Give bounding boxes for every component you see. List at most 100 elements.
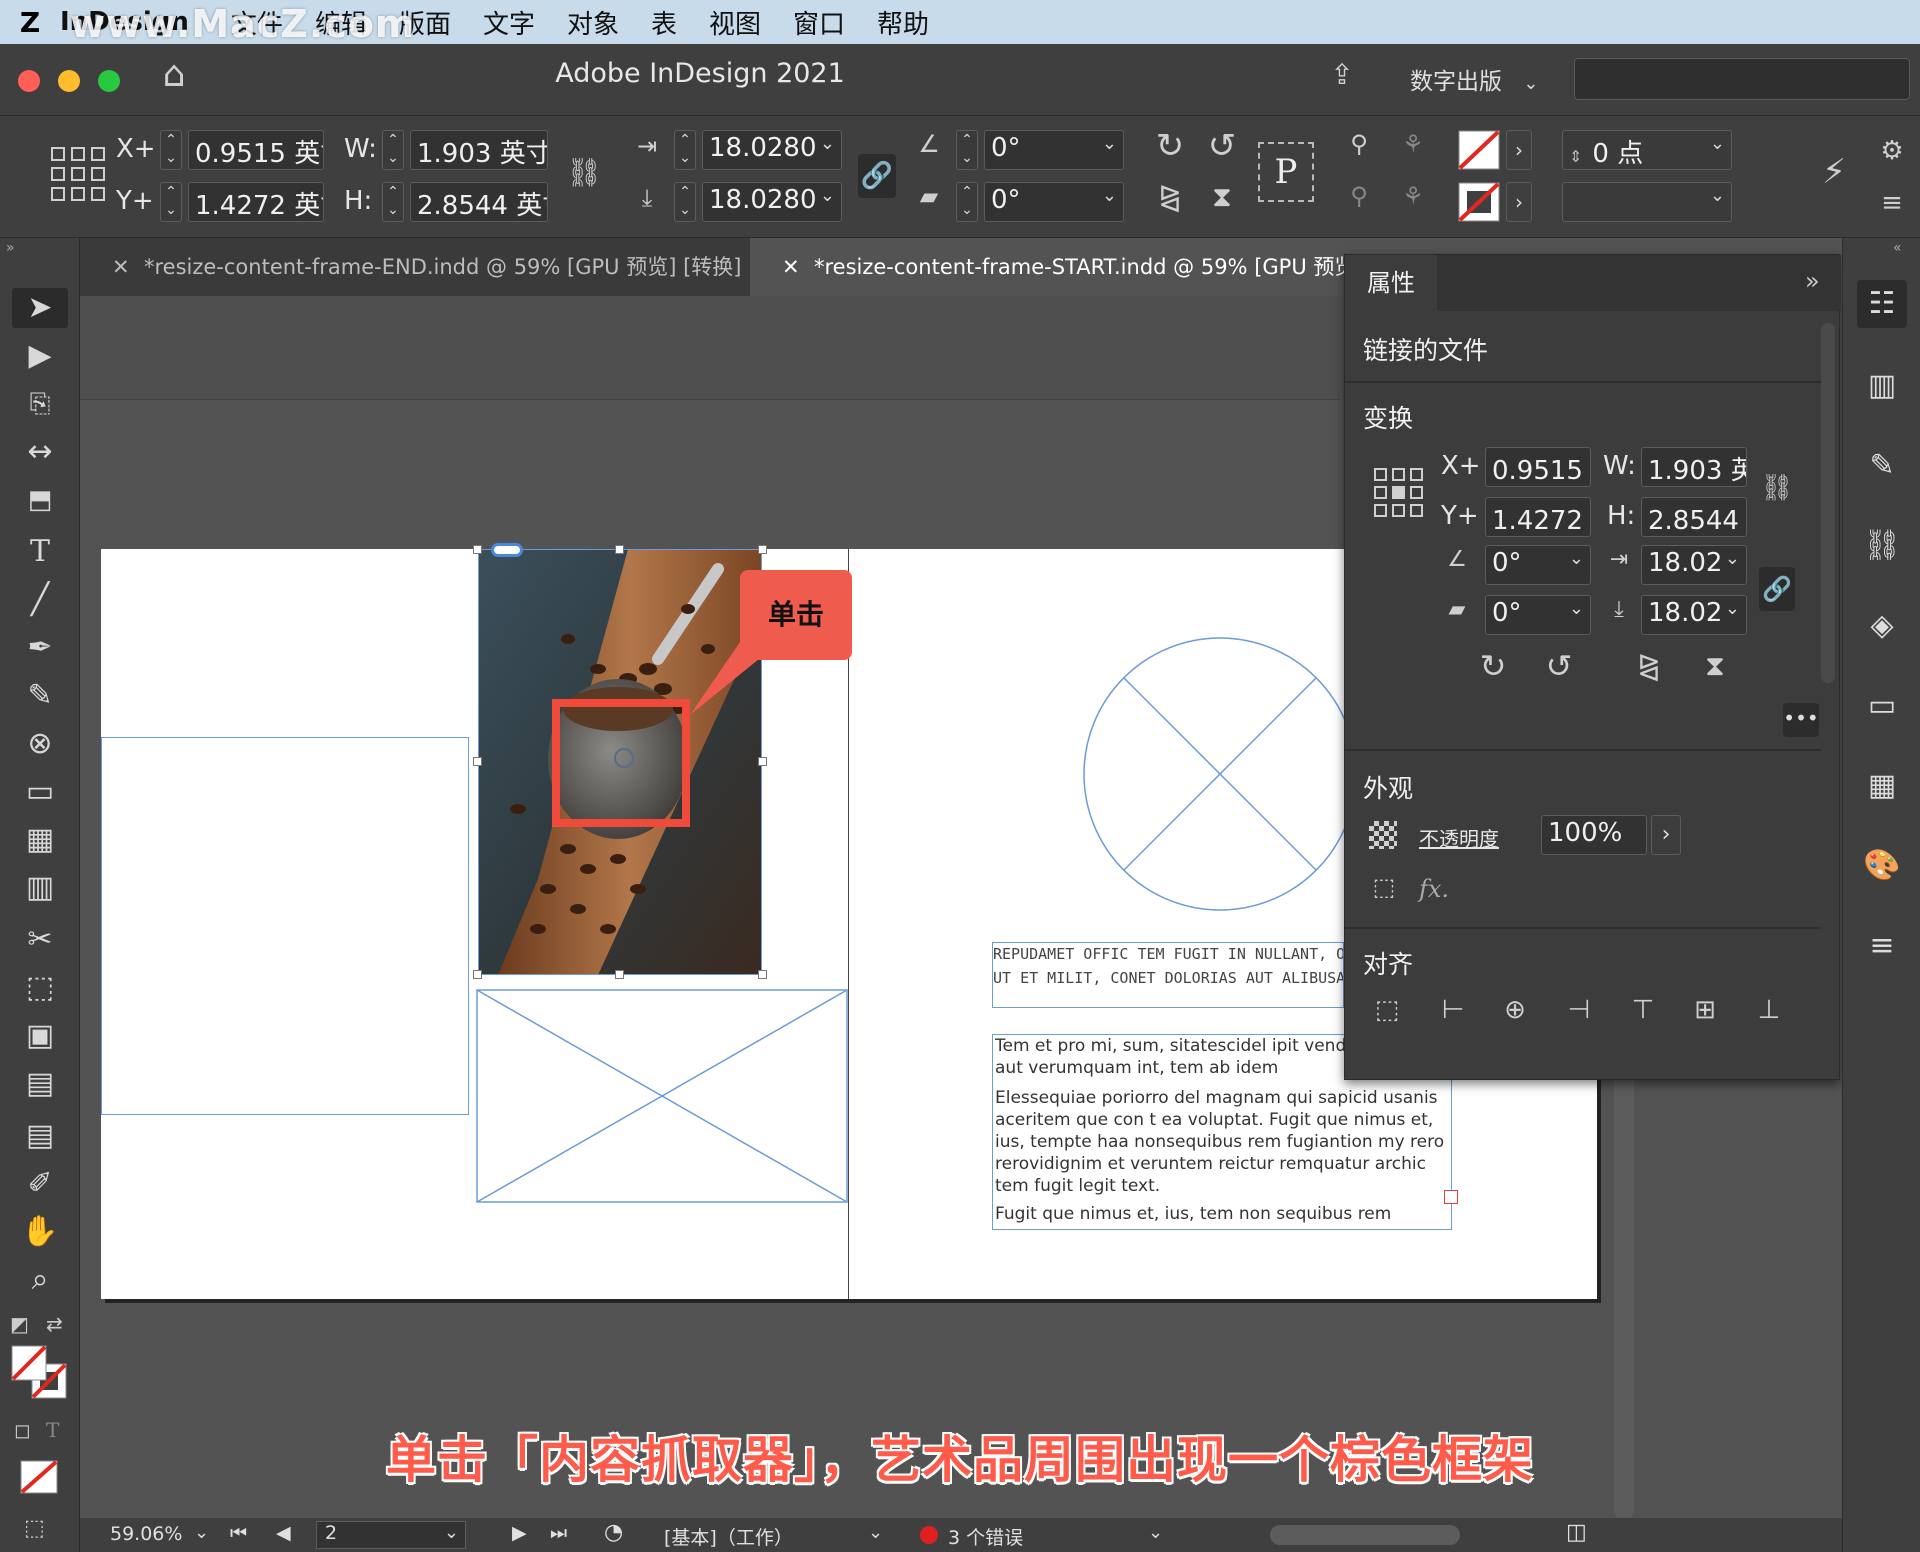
menu-file[interactable]: 文件 — [231, 4, 283, 41]
select-previous-icon[interactable]: ⚘ — [1394, 130, 1432, 158]
empty-text-frame[interactable] — [101, 737, 469, 1115]
rotate-clockwise-icon[interactable]: ↻ — [1148, 126, 1192, 166]
align-horizontal-center-icon[interactable]: ⊕ — [1495, 995, 1535, 1025]
frame-handle[interactable] — [758, 545, 767, 554]
menu-type[interactable]: 文字 — [483, 4, 535, 41]
flip-vertical-icon[interactable]: ⧗ — [1200, 180, 1244, 214]
props-x-field[interactable]: 0.9515 英寸 — [1485, 447, 1591, 487]
select-content-icon[interactable]: ⚲ — [1340, 182, 1378, 210]
zoom-window-button[interactable] — [98, 70, 120, 92]
reference-point-icon[interactable] — [1373, 467, 1425, 519]
previous-page-icon[interactable]: ◀ — [276, 1522, 291, 1544]
page-number-field[interactable]: 2 ⌄ — [316, 1521, 466, 1549]
panel-scrollbar[interactable] — [1821, 323, 1835, 683]
menu-help[interactable]: 帮助 — [877, 4, 929, 41]
align-vertical-center-icon[interactable]: ⊞ — [1685, 995, 1725, 1025]
props-rotate-field[interactable]: 0° ⌄ — [1485, 545, 1591, 585]
stroke-weight-field[interactable]: ⇕ 0 点 ⌄ — [1562, 130, 1732, 170]
stroke-type-select[interactable]: ⌄ — [1562, 182, 1732, 222]
gradient-swatch-tool[interactable]: ▣ — [12, 1016, 68, 1056]
next-page-icon[interactable]: ▶ — [512, 1522, 527, 1544]
constrain-proportions-icon[interactable]: ⛓ — [1759, 473, 1795, 503]
last-page-icon[interactable]: ⏭ — [550, 1522, 567, 1544]
rotate-clockwise-icon[interactable]: ↻ — [1473, 647, 1513, 685]
chevron-down-icon[interactable]: ⌄ — [1148, 1522, 1163, 1543]
scale-link-icon[interactable]: 🔗 — [858, 154, 896, 198]
collapse-dock-icon[interactable]: « — [1893, 240, 1902, 256]
rotate-field[interactable]: 0° ⌄ — [984, 130, 1124, 170]
tab-resize-start[interactable]: ✕ *resize-content-frame-START.indd @ 59%… — [750, 238, 1350, 296]
properties-panel-icon[interactable]: ☷ — [1857, 280, 1907, 328]
rectangle-tool[interactable]: ▭ — [12, 772, 68, 812]
tab-resize-end[interactable]: ✕ *resize-content-frame-END.indd @ 59% [… — [80, 238, 740, 296]
shear-field[interactable]: 0° ⌄ — [984, 182, 1124, 222]
hand-tool[interactable]: ✋ — [12, 1212, 68, 1252]
color-panel-icon[interactable]: 🎨 — [1857, 842, 1907, 890]
y-stepper[interactable]: ⌃ ⌄ — [160, 182, 182, 222]
split-view-icon[interactable]: ◫ — [1566, 1520, 1587, 1545]
scale-y-field[interactable]: 18.0280 ⌄ — [702, 182, 842, 222]
linked-file-heading[interactable]: 链接的文件 — [1363, 331, 1488, 367]
reference-point-icon[interactable] — [50, 146, 106, 202]
frame-handle[interactable] — [473, 545, 482, 554]
rotate-counterclockwise-icon[interactable]: ↺ — [1539, 647, 1579, 685]
type-tool[interactable]: T — [12, 532, 68, 572]
frame-handle[interactable] — [758, 757, 767, 766]
props-scale-x-field[interactable]: 18.02 ⌄ — [1641, 545, 1747, 585]
workspace-select[interactable]: 数字出版 ⌄ — [1410, 62, 1538, 96]
fill-menu-button[interactable]: › — [1506, 130, 1532, 170]
frame-handle[interactable] — [473, 970, 482, 979]
collapse-panel-icon[interactable]: » — [1805, 267, 1820, 295]
gap-tool[interactable]: ↔ — [12, 432, 68, 472]
pen-tool[interactable]: ✒ — [12, 628, 68, 668]
scissors-tool[interactable]: ✂ — [12, 920, 68, 960]
rectangle-frame-tool[interactable]: ⊗ — [12, 724, 68, 764]
height-field[interactable]: 2.8544 英寸 — [410, 182, 548, 222]
swatches-panel-icon[interactable]: ▦ — [1857, 762, 1907, 810]
x-stepper[interactable]: ⌃ ⌄ — [160, 130, 182, 170]
pencil-tool[interactable]: ✎ — [12, 676, 68, 716]
scale-x-field[interactable]: 18.0280 ⌄ — [702, 130, 842, 170]
frame-handle[interactable] — [758, 970, 767, 979]
expand-icon[interactable]: » — [6, 240, 15, 256]
h-stepper[interactable]: ⌃ ⌄ — [382, 182, 404, 222]
screen-mode-icon[interactable]: ⬚ — [24, 1516, 45, 1541]
frame-handle[interactable] — [473, 757, 482, 766]
stroke-menu-button[interactable]: › — [1506, 182, 1532, 222]
scale-y-stepper[interactable]: ⌃ ⌄ — [674, 182, 696, 222]
preflight-profile-icon[interactable]: ◔ — [604, 1520, 623, 1545]
y-position-field[interactable]: 1.4272 英寸 — [188, 182, 324, 222]
free-transform-tool[interactable]: ⬚ — [12, 968, 68, 1008]
table-tool[interactable]: ▦ — [12, 820, 68, 860]
error-count[interactable]: 3 个错误 — [948, 1523, 1023, 1550]
horizontal-scrollbar[interactable] — [1270, 1525, 1460, 1545]
stroke-weight-stepper[interactable]: ⇕ — [1569, 147, 1582, 166]
align-left-icon[interactable]: ⊢ — [1433, 995, 1473, 1025]
content-collector-tool[interactable]: ⬒ — [12, 480, 68, 520]
align-right-icon[interactable]: ⊣ — [1559, 995, 1599, 1025]
direct-selection-tool[interactable]: ▶ — [12, 336, 68, 376]
constrain-proportions-icon[interactable]: ⛓ — [566, 156, 602, 189]
frame-handle[interactable] — [615, 545, 624, 554]
default-colors-icon[interactable]: ◩ — [10, 1312, 29, 1336]
effects-frame-icon[interactable]: ⬚ — [1367, 873, 1401, 901]
close-window-button[interactable] — [18, 70, 40, 92]
paragraph-styles-icon[interactable]: ≡ — [1857, 922, 1907, 970]
props-shear-field[interactable]: 0° ⌄ — [1485, 595, 1591, 635]
align-to-icon[interactable]: ⬚ — [1367, 995, 1407, 1025]
menu-table[interactable]: 表 — [651, 4, 677, 41]
menu-edit[interactable]: 编辑 — [315, 4, 367, 41]
width-field[interactable]: 1.903 英寸 — [410, 130, 548, 170]
tab-properties[interactable]: 属性 — [1345, 255, 1437, 311]
link-badge-icon[interactable] — [491, 543, 523, 557]
fill-swatch[interactable] — [1458, 130, 1500, 170]
flip-vertical-icon[interactable]: ⧗ — [1695, 649, 1735, 683]
p-reference-icon[interactable]: P — [1258, 142, 1314, 202]
scale-x-stepper[interactable]: ⌃ ⌄ — [674, 130, 696, 170]
empty-graphic-frame[interactable] — [476, 989, 848, 1203]
opacity-field[interactable]: 100% — [1541, 815, 1647, 855]
grid-tool[interactable]: ▥ — [12, 868, 68, 908]
note-tool[interactable]: ▤ — [12, 1116, 68, 1156]
close-icon[interactable]: ✕ — [112, 238, 130, 296]
select-container-icon[interactable]: ⚲ — [1340, 130, 1378, 158]
